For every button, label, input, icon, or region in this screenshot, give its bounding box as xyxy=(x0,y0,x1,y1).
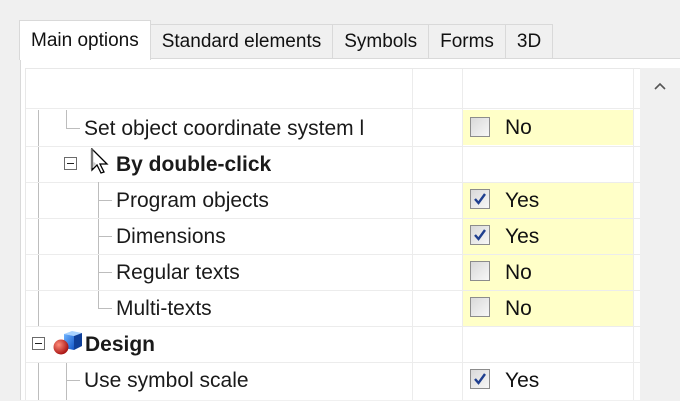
tree-guide-line xyxy=(38,110,39,146)
tree-row-regular-texts[interactable]: Regular texts xyxy=(26,254,640,290)
tree-row-design[interactable]: Design xyxy=(26,326,640,362)
checkmark-icon xyxy=(474,193,486,205)
checkbox-dimensions[interactable] xyxy=(470,225,490,245)
row-label: Regular texts xyxy=(116,261,240,284)
value-text: No xyxy=(505,116,532,139)
tree-row-multi-texts[interactable]: Multi-texts xyxy=(26,290,640,326)
checkbox-regular-texts[interactable] xyxy=(470,261,490,281)
tree-row-by-double-click[interactable]: By double-click xyxy=(26,146,640,182)
value-text: No xyxy=(505,261,532,284)
tab-bar: Main options Standard elements Symbols F… xyxy=(19,20,554,60)
row-label: Multi-texts xyxy=(116,297,212,320)
chevron-up-icon xyxy=(654,82,666,90)
row-divider xyxy=(26,108,640,109)
checkbox-program-objects[interactable] xyxy=(470,189,490,209)
tab-forms[interactable]: Forms xyxy=(428,24,506,59)
checkmark-icon xyxy=(474,229,486,241)
checkbox-multi-texts[interactable] xyxy=(470,297,490,317)
row-label: Design xyxy=(85,333,156,356)
value-text: Yes xyxy=(505,225,540,248)
tree-guide-line xyxy=(66,128,80,129)
row-label: By double-click xyxy=(116,153,272,176)
checkmark-icon xyxy=(474,373,486,385)
value-text: Yes xyxy=(505,189,540,212)
checkbox-use-symbol-scale[interactable] xyxy=(470,369,490,389)
tab-main-options[interactable]: Main options xyxy=(19,20,151,60)
value-text: No xyxy=(505,297,532,320)
value-text: Yes xyxy=(505,369,540,392)
tree-guide-line xyxy=(66,110,67,128)
checkbox-set-object-coordinate-system[interactable] xyxy=(470,117,490,137)
tree-row-dimensions[interactable]: Dimensions xyxy=(26,218,640,254)
tab-3d[interactable]: 3D xyxy=(504,24,554,59)
row-label: Use symbol scale xyxy=(84,369,249,392)
row-label: Dimensions xyxy=(116,225,226,248)
tree-row-use-symbol-scale[interactable]: Use symbol scale xyxy=(26,362,640,398)
tree-row-program-objects[interactable]: Program objects xyxy=(26,182,640,218)
tab-standard-elements[interactable]: Standard elements xyxy=(149,24,334,59)
row-label: Program objects xyxy=(116,189,269,212)
tab-symbols[interactable]: Symbols xyxy=(332,24,430,59)
scroll-up-button[interactable] xyxy=(640,68,680,104)
vertical-scrollbar[interactable] xyxy=(640,68,680,400)
